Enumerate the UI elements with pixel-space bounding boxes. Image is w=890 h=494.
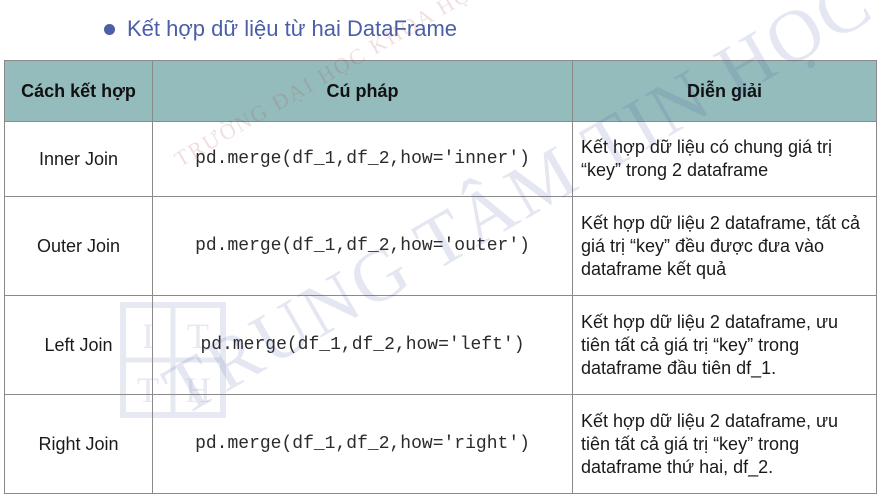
bullet-icon — [104, 23, 115, 35]
table-header-row: Cách kết hợp Cú pháp Diễn giải — [4, 60, 877, 122]
column-header-syntax: Cú pháp — [152, 60, 573, 122]
description-cell: Kết hợp dữ liệu 2 dataframe, ưu tiên tất… — [572, 394, 877, 494]
description-cell: Kết hợp dữ liệu 2 dataframe, ưu tiên tất… — [572, 295, 877, 395]
syntax-cell: pd.merge(df_1,df_2,how='right') — [152, 394, 573, 494]
description-cell: Kết hợp dữ liệu có chung giá trị “key” t… — [572, 121, 877, 197]
column-header-description: Diễn giải — [572, 60, 877, 122]
table-row: Inner Join pd.merge(df_1,df_2,how='inner… — [4, 121, 877, 197]
table-row: Outer Join pd.merge(df_1,df_2,how='outer… — [4, 196, 877, 296]
syntax-cell: pd.merge(df_1,df_2,how='left') — [152, 295, 573, 395]
join-method-cell: Inner Join — [4, 121, 153, 197]
description-cell: Kết hợp dữ liệu 2 dataframe, tất cả giá … — [572, 196, 877, 296]
column-header-method: Cách kết hợp — [4, 60, 153, 122]
table-row: Right Join pd.merge(df_1,df_2,how='right… — [4, 394, 877, 494]
syntax-cell: pd.merge(df_1,df_2,how='inner') — [152, 121, 573, 197]
join-comparison-table: Cách kết hợp Cú pháp Diễn giải Inner Joi… — [4, 60, 877, 494]
join-method-cell: Left Join — [4, 295, 153, 395]
heading-text: Kết hợp dữ liệu từ hai DataFrame — [127, 16, 458, 41]
table-row: Left Join pd.merge(df_1,df_2,how='left')… — [4, 295, 877, 395]
join-method-cell: Outer Join — [4, 196, 153, 296]
join-method-cell: Right Join — [4, 394, 153, 494]
section-heading: Kết hợp dữ liệu từ hai DataFrame — [104, 12, 457, 46]
syntax-cell: pd.merge(df_1,df_2,how='outer') — [152, 196, 573, 296]
